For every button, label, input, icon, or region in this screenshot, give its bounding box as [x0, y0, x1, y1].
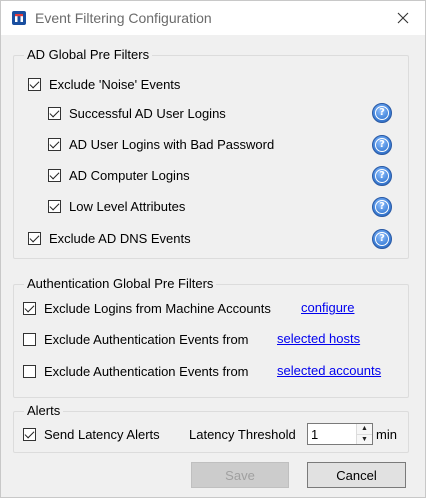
- close-button[interactable]: [381, 1, 425, 35]
- ad-computer-logins-checkbox[interactable]: [48, 168, 61, 182]
- close-icon: [397, 12, 409, 24]
- ad-user-logins-bad-password-row[interactable]: AD User Logins with Bad Password: [48, 135, 274, 153]
- low-level-attributes-row[interactable]: Low Level Attributes: [48, 197, 185, 215]
- send-latency-alerts-label: Send Latency Alerts: [44, 426, 160, 442]
- exclude-auth-hosts-label: Exclude Authentication Events from: [44, 331, 249, 347]
- successful-ad-user-logins-row[interactable]: Successful AD User Logins: [48, 104, 226, 122]
- ad-user-logins-bad-password-checkbox[interactable]: [48, 137, 61, 151]
- exclude-auth-accounts-checkbox[interactable]: [23, 364, 36, 378]
- selected-accounts-link[interactable]: selected accounts: [277, 363, 381, 378]
- ad-computer-logins-row[interactable]: AD Computer Logins: [48, 166, 190, 184]
- ad-computer-logins-label: AD Computer Logins: [69, 167, 190, 183]
- stepper-buttons: ▲ ▼: [356, 424, 372, 444]
- send-latency-alerts-checkbox[interactable]: [23, 427, 36, 441]
- latency-threshold-stepper[interactable]: ▲ ▼: [307, 423, 373, 445]
- help-icon[interactable]: ?: [372, 135, 392, 155]
- help-icon[interactable]: ?: [372, 166, 392, 186]
- exclude-auth-hosts-row[interactable]: Exclude Authentication Events from: [23, 330, 249, 348]
- exclude-machine-accounts-checkbox[interactable]: [23, 301, 36, 315]
- cancel-button[interactable]: Cancel: [307, 462, 406, 488]
- exclude-machine-accounts-label: Exclude Logins from Machine Accounts: [44, 300, 271, 316]
- help-icon[interactable]: ?: [372, 103, 392, 123]
- exclude-auth-accounts-row[interactable]: Exclude Authentication Events from: [23, 362, 249, 380]
- exclude-noise-label: Exclude 'Noise' Events: [49, 76, 181, 92]
- ad-user-logins-bad-password-label: AD User Logins with Bad Password: [69, 136, 275, 152]
- low-level-attributes-checkbox[interactable]: [48, 199, 61, 213]
- successful-ad-user-logins-label: Successful AD User Logins: [69, 105, 226, 121]
- exclude-machine-accounts-row[interactable]: Exclude Logins from Machine Accounts: [23, 299, 271, 317]
- latency-unit-label: min: [376, 427, 397, 442]
- save-button[interactable]: Save: [191, 462, 289, 488]
- title-bar: Event Filtering Configuration: [1, 1, 425, 35]
- stepper-down-icon[interactable]: ▼: [357, 434, 372, 444]
- exclude-ad-dns-events-label: Exclude AD DNS Events: [49, 230, 191, 246]
- exclude-auth-accounts-label: Exclude Authentication Events from: [44, 363, 249, 379]
- exclude-auth-hosts-checkbox[interactable]: [23, 332, 36, 346]
- help-icon[interactable]: ?: [372, 197, 392, 217]
- alerts-group-legend: Alerts: [24, 403, 64, 419]
- exclude-ad-dns-events-checkbox[interactable]: [28, 231, 41, 245]
- window-title: Event Filtering Configuration: [35, 10, 212, 26]
- low-level-attributes-label: Low Level Attributes: [69, 198, 186, 214]
- configure-link[interactable]: configure: [301, 300, 354, 315]
- exclude-ad-dns-events-row[interactable]: Exclude AD DNS Events: [28, 229, 191, 247]
- stepper-up-icon[interactable]: ▲: [357, 424, 372, 435]
- latency-threshold-label: Latency Threshold: [189, 427, 296, 442]
- app-logo-icon: [12, 11, 26, 25]
- help-icon[interactable]: ?: [372, 229, 392, 249]
- dialog-window: Event Filtering Configuration AD Global …: [0, 0, 426, 498]
- exclude-noise-checkbox-row[interactable]: Exclude 'Noise' Events: [28, 75, 180, 93]
- auth-group-legend: Authentication Global Pre Filters: [24, 276, 217, 292]
- selected-hosts-link[interactable]: selected hosts: [277, 331, 360, 346]
- successful-ad-user-logins-checkbox[interactable]: [48, 106, 61, 120]
- send-latency-alerts-row[interactable]: Send Latency Alerts: [23, 425, 160, 443]
- exclude-noise-checkbox[interactable]: [28, 77, 41, 91]
- ad-group-legend: AD Global Pre Filters: [24, 47, 153, 63]
- latency-threshold-input[interactable]: [308, 424, 356, 444]
